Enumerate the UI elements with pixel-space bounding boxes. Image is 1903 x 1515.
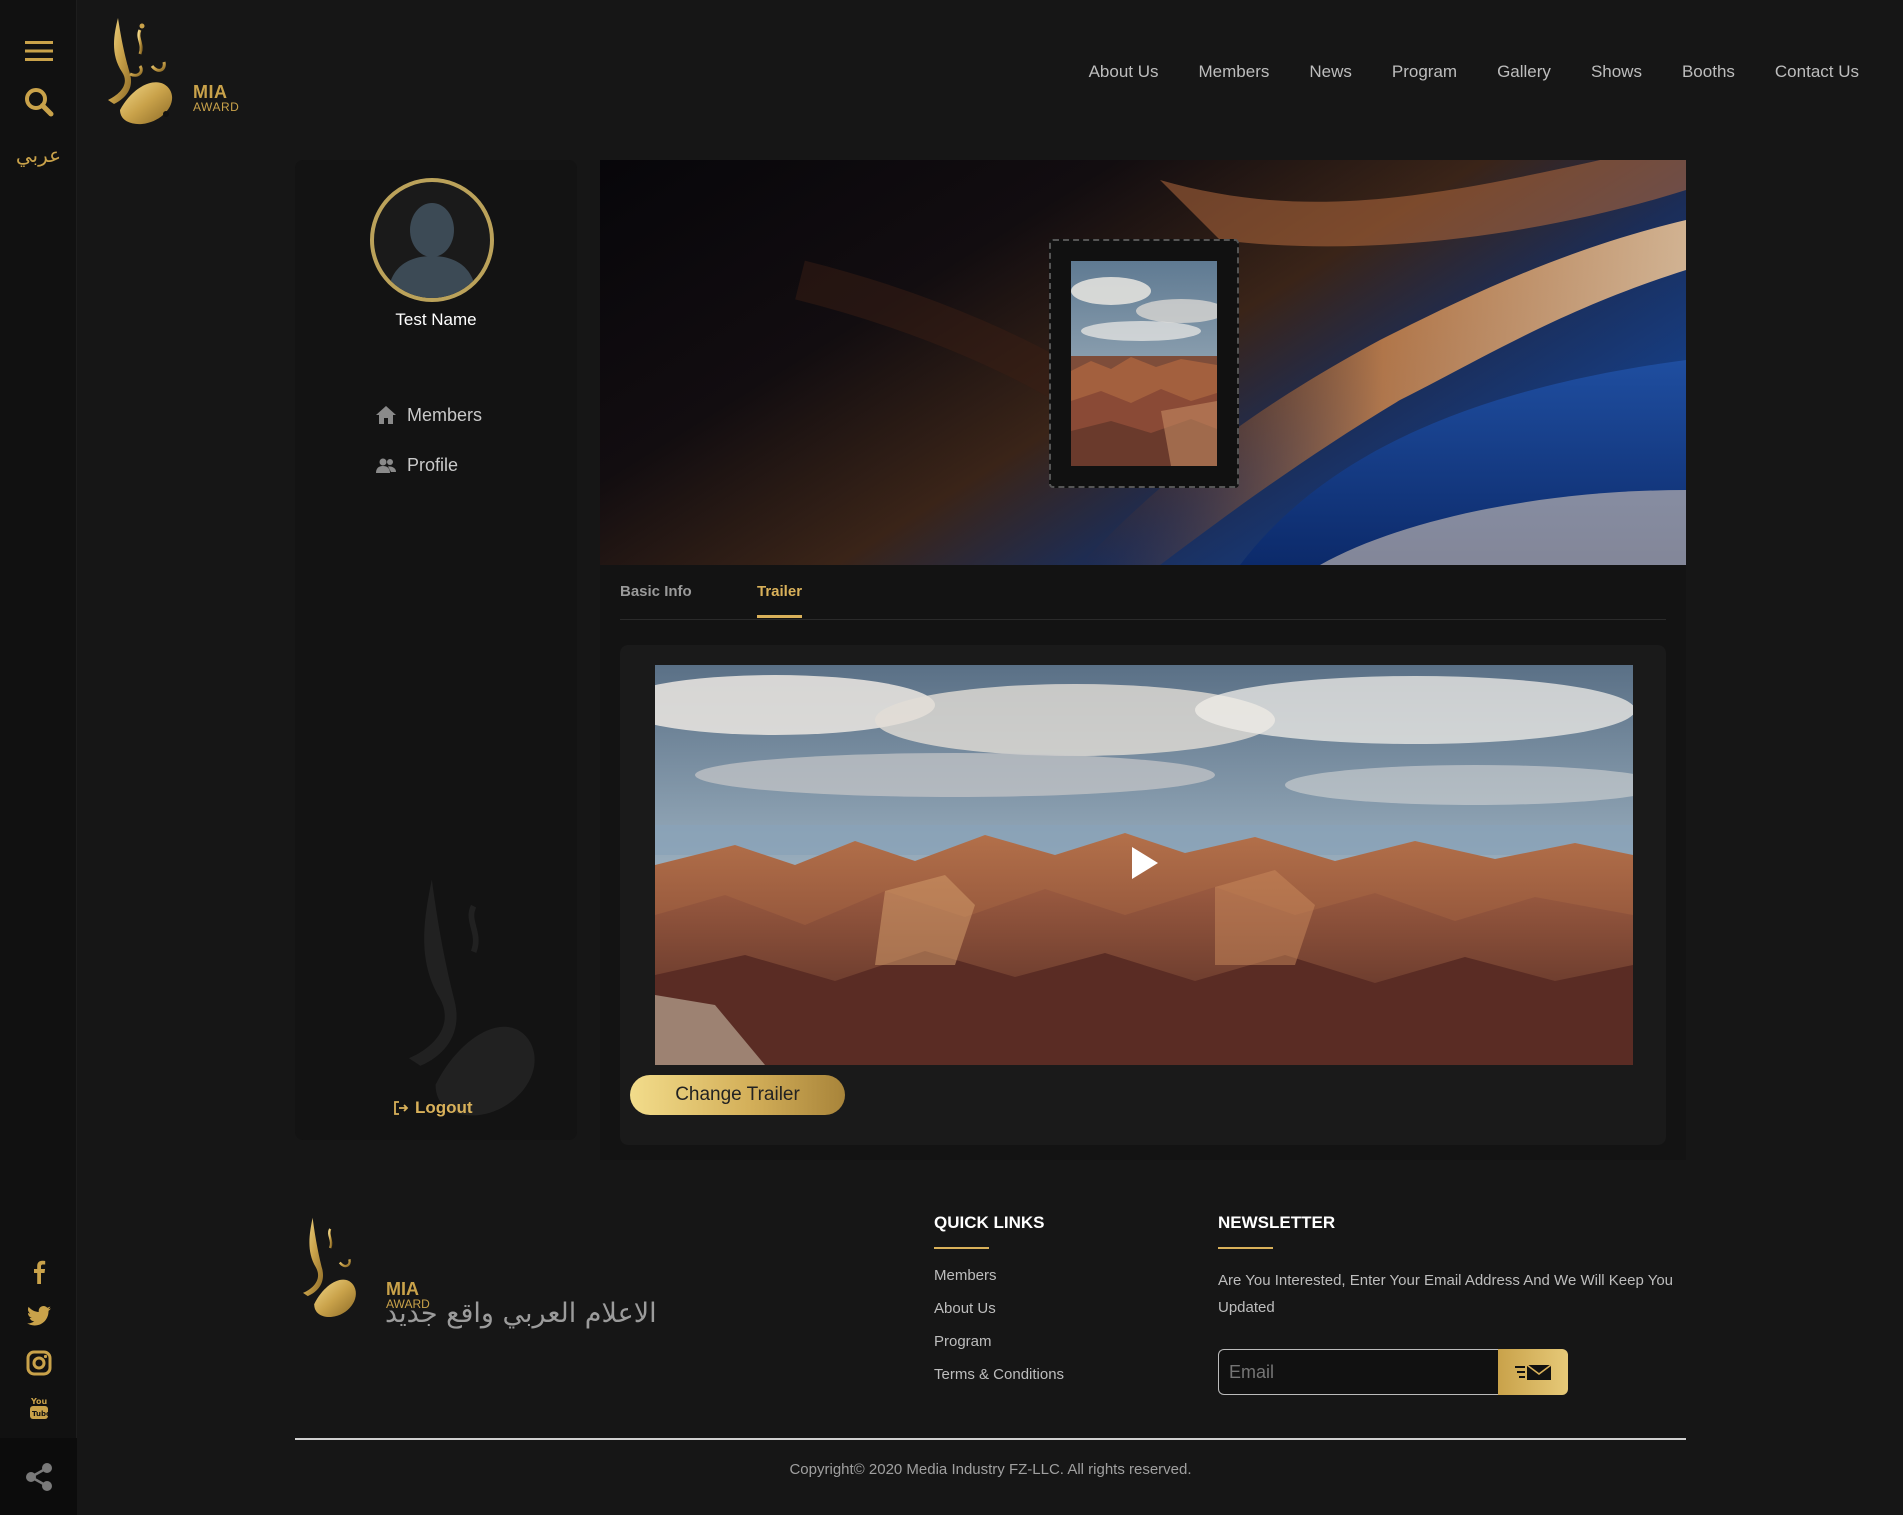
nav-members[interactable]: Members xyxy=(1199,62,1270,82)
copyright: Copyright© 2020 Media Industry FZ-LLC. A… xyxy=(789,1461,1192,1478)
sidebar-item-label: Members xyxy=(407,404,483,425)
search-icon[interactable] xyxy=(0,86,77,118)
users-icon xyxy=(376,458,396,473)
nav-contact-us[interactable]: Contact Us xyxy=(1775,62,1859,82)
sidebar-item-profile[interactable]: Profile xyxy=(375,440,482,490)
sidebar-item-members[interactable]: Members xyxy=(375,390,482,440)
newsletter: NEWSLETTER Are You Interested, Enter You… xyxy=(1218,1213,1688,1395)
subscribe-button[interactable] xyxy=(1498,1349,1568,1395)
trailer-video[interactable] xyxy=(655,665,1633,1065)
svg-text:You: You xyxy=(30,1397,48,1406)
change-trailer-button[interactable]: Change Trailer xyxy=(630,1075,845,1115)
nav-about-us[interactable]: About Us xyxy=(1089,62,1159,82)
logo-wordmark: MIA AWARD xyxy=(193,83,239,113)
email-field[interactable] xyxy=(1218,1349,1498,1395)
footer-link-terms[interactable]: Terms & Conditions xyxy=(934,1366,1064,1383)
svg-text:Tube: Tube xyxy=(32,1410,49,1418)
nav-booths[interactable]: Booths xyxy=(1682,62,1735,82)
profile-name: Test Name xyxy=(395,310,477,329)
sidebar-item-label: Profile xyxy=(407,454,459,475)
cover-image[interactable] xyxy=(600,160,1686,565)
logout-icon xyxy=(394,1101,409,1115)
logout-label: Logout xyxy=(415,1098,473,1117)
user-silhouette-icon xyxy=(388,203,476,298)
footer-logo-mia: MIA xyxy=(386,1279,419,1299)
footer-link-program[interactable]: Program xyxy=(934,1333,1064,1350)
language-link[interactable]: عربي xyxy=(0,143,77,167)
footer-link-about-us[interactable]: About Us xyxy=(934,1300,1064,1317)
newsletter-title: NEWSLETTER xyxy=(1218,1213,1336,1232)
send-mail-icon xyxy=(1515,1364,1552,1380)
facebook-icon[interactable] xyxy=(0,1260,77,1284)
play-icon[interactable] xyxy=(1130,845,1160,885)
tab-basic-info[interactable]: Basic Info xyxy=(620,583,692,600)
nav-program[interactable]: Program xyxy=(1392,62,1457,82)
youtube-icon[interactable]: You Tube xyxy=(0,1396,77,1420)
logo-award: AWARD xyxy=(193,100,240,114)
logout-button[interactable]: Logout xyxy=(393,1098,473,1118)
nav-gallery[interactable]: Gallery xyxy=(1497,62,1551,82)
trailer-panel: Change Trailer xyxy=(620,645,1666,1145)
profile-sidebar: Test Name Members Profile Logout xyxy=(295,160,577,1140)
quick-links-title: QUICK LINKS xyxy=(934,1213,1045,1232)
profile-menu: Members Profile xyxy=(375,390,482,490)
top-navigation: About Us Members News Program Gallery Sh… xyxy=(1089,62,1859,82)
quick-links: QUICK LINKS Members About Us Program Ter… xyxy=(934,1213,1064,1399)
newsletter-underline xyxy=(1218,1247,1273,1249)
menu-icon[interactable] xyxy=(0,38,77,64)
profile-tabs: Basic Info Trailer xyxy=(620,565,1666,620)
avatar[interactable] xyxy=(370,178,494,302)
logo-mia: MIA xyxy=(193,82,228,102)
newsletter-text: Are You Interested, Enter Your Email Add… xyxy=(1218,1272,1674,1316)
mia-logo[interactable] xyxy=(100,14,250,134)
footer-tagline: الاعلام العربي واقع جديد xyxy=(385,1298,657,1329)
quick-links-underline xyxy=(934,1247,989,1249)
home-icon xyxy=(376,406,396,424)
footer-link-members[interactable]: Members xyxy=(934,1267,1064,1284)
poster-upload-frame[interactable] xyxy=(1049,239,1239,488)
nav-shows[interactable]: Shows xyxy=(1591,62,1642,82)
tab-trailer[interactable]: Trailer xyxy=(757,583,803,618)
instagram-icon[interactable] xyxy=(0,1350,77,1376)
newsletter-form xyxy=(1218,1349,1568,1395)
poster-image xyxy=(1071,261,1217,466)
twitter-icon[interactable] xyxy=(0,1306,77,1326)
nav-news[interactable]: News xyxy=(1309,62,1352,82)
footer-divider xyxy=(295,1438,1686,1440)
footer-logo[interactable] xyxy=(295,1213,375,1332)
left-rail: عربي You Tube xyxy=(0,0,77,1515)
main-panel: Basic Info Trailer Change Trailer xyxy=(600,160,1686,1160)
